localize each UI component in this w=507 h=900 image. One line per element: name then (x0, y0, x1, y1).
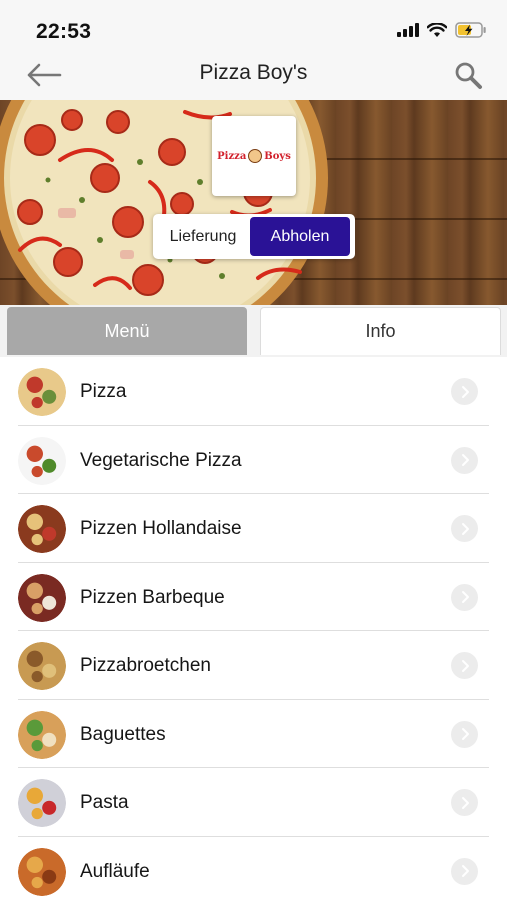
chevron-right-icon[interactable] (451, 789, 478, 816)
chevron-right-icon[interactable] (451, 720, 478, 748)
cellular-signal-icon (397, 23, 419, 37)
tab-info[interactable]: Info (260, 307, 501, 355)
chevron-right-icon[interactable] (451, 378, 478, 405)
search-icon (455, 62, 482, 89)
logo-text-left: Pizza (217, 150, 247, 162)
logo-text-right: Boys (264, 150, 291, 162)
order-mode-toggle: Lieferung Abholen (153, 214, 355, 259)
wifi-icon (427, 22, 447, 38)
chevron-right-icon[interactable] (451, 652, 478, 679)
category-thumbnail (18, 436, 66, 485)
logo-mascot-icon (248, 149, 263, 163)
category-thumbnail (18, 642, 66, 690)
category-row[interactable]: Pizzen Hollandaise (0, 494, 507, 563)
navigation-bar: Pizza Boy's (0, 50, 507, 100)
chevron-right-icon[interactable] (451, 515, 478, 542)
category-row[interactable]: Pizza (0, 357, 507, 426)
category-thumbnail (18, 505, 66, 553)
category-row[interactable]: Vegetarische Pizza (0, 426, 507, 494)
search-button[interactable] (453, 60, 485, 90)
battery-charging-icon (455, 22, 487, 38)
category-thumbnail (18, 710, 66, 759)
category-label: Vegetarische Pizza (80, 449, 242, 471)
chevron-right-icon[interactable] (451, 446, 478, 474)
category-thumbnail (18, 779, 66, 827)
category-row[interactable]: Aufläufe (0, 837, 507, 900)
category-thumbnail (18, 573, 66, 622)
category-row[interactable]: Baguettes (0, 700, 507, 768)
status-bar: 22:53 (0, 0, 507, 50)
category-label: Pizzen Barbeque (80, 586, 225, 608)
chevron-right-icon[interactable] (451, 583, 478, 611)
chevron-right-icon[interactable] (451, 857, 478, 885)
category-label: Pasta (80, 792, 129, 813)
category-label: Pizza (80, 381, 127, 402)
category-list: Pizza Vegetarische Pizza Pizzen Hollandais… (0, 357, 507, 900)
tab-bar: Menü Info (0, 305, 507, 357)
tab-menu[interactable]: Menü (7, 307, 247, 355)
category-row[interactable]: Pizzabroetchen (0, 631, 507, 700)
category-label: Aufläufe (80, 860, 150, 882)
delivery-option[interactable]: Lieferung (156, 217, 250, 256)
status-time: 22:53 (36, 20, 92, 43)
page-title: Pizza Boy's (199, 61, 308, 84)
status-icons (397, 22, 487, 38)
category-label: Baguettes (80, 723, 166, 745)
category-row[interactable]: Pasta (0, 768, 507, 837)
category-thumbnail (18, 368, 66, 416)
category-label: Pizzen Hollandaise (80, 518, 242, 539)
category-row[interactable]: Pizzen Barbeque (0, 563, 507, 631)
category-thumbnail (18, 847, 66, 896)
pickup-option[interactable]: Abholen (250, 217, 350, 256)
restaurant-logo: Pizza Boys (212, 116, 296, 196)
category-label: Pizzabroetchen (80, 655, 211, 676)
restaurant-hero-banner: Pizza Boys Lieferung Abholen (0, 100, 507, 305)
